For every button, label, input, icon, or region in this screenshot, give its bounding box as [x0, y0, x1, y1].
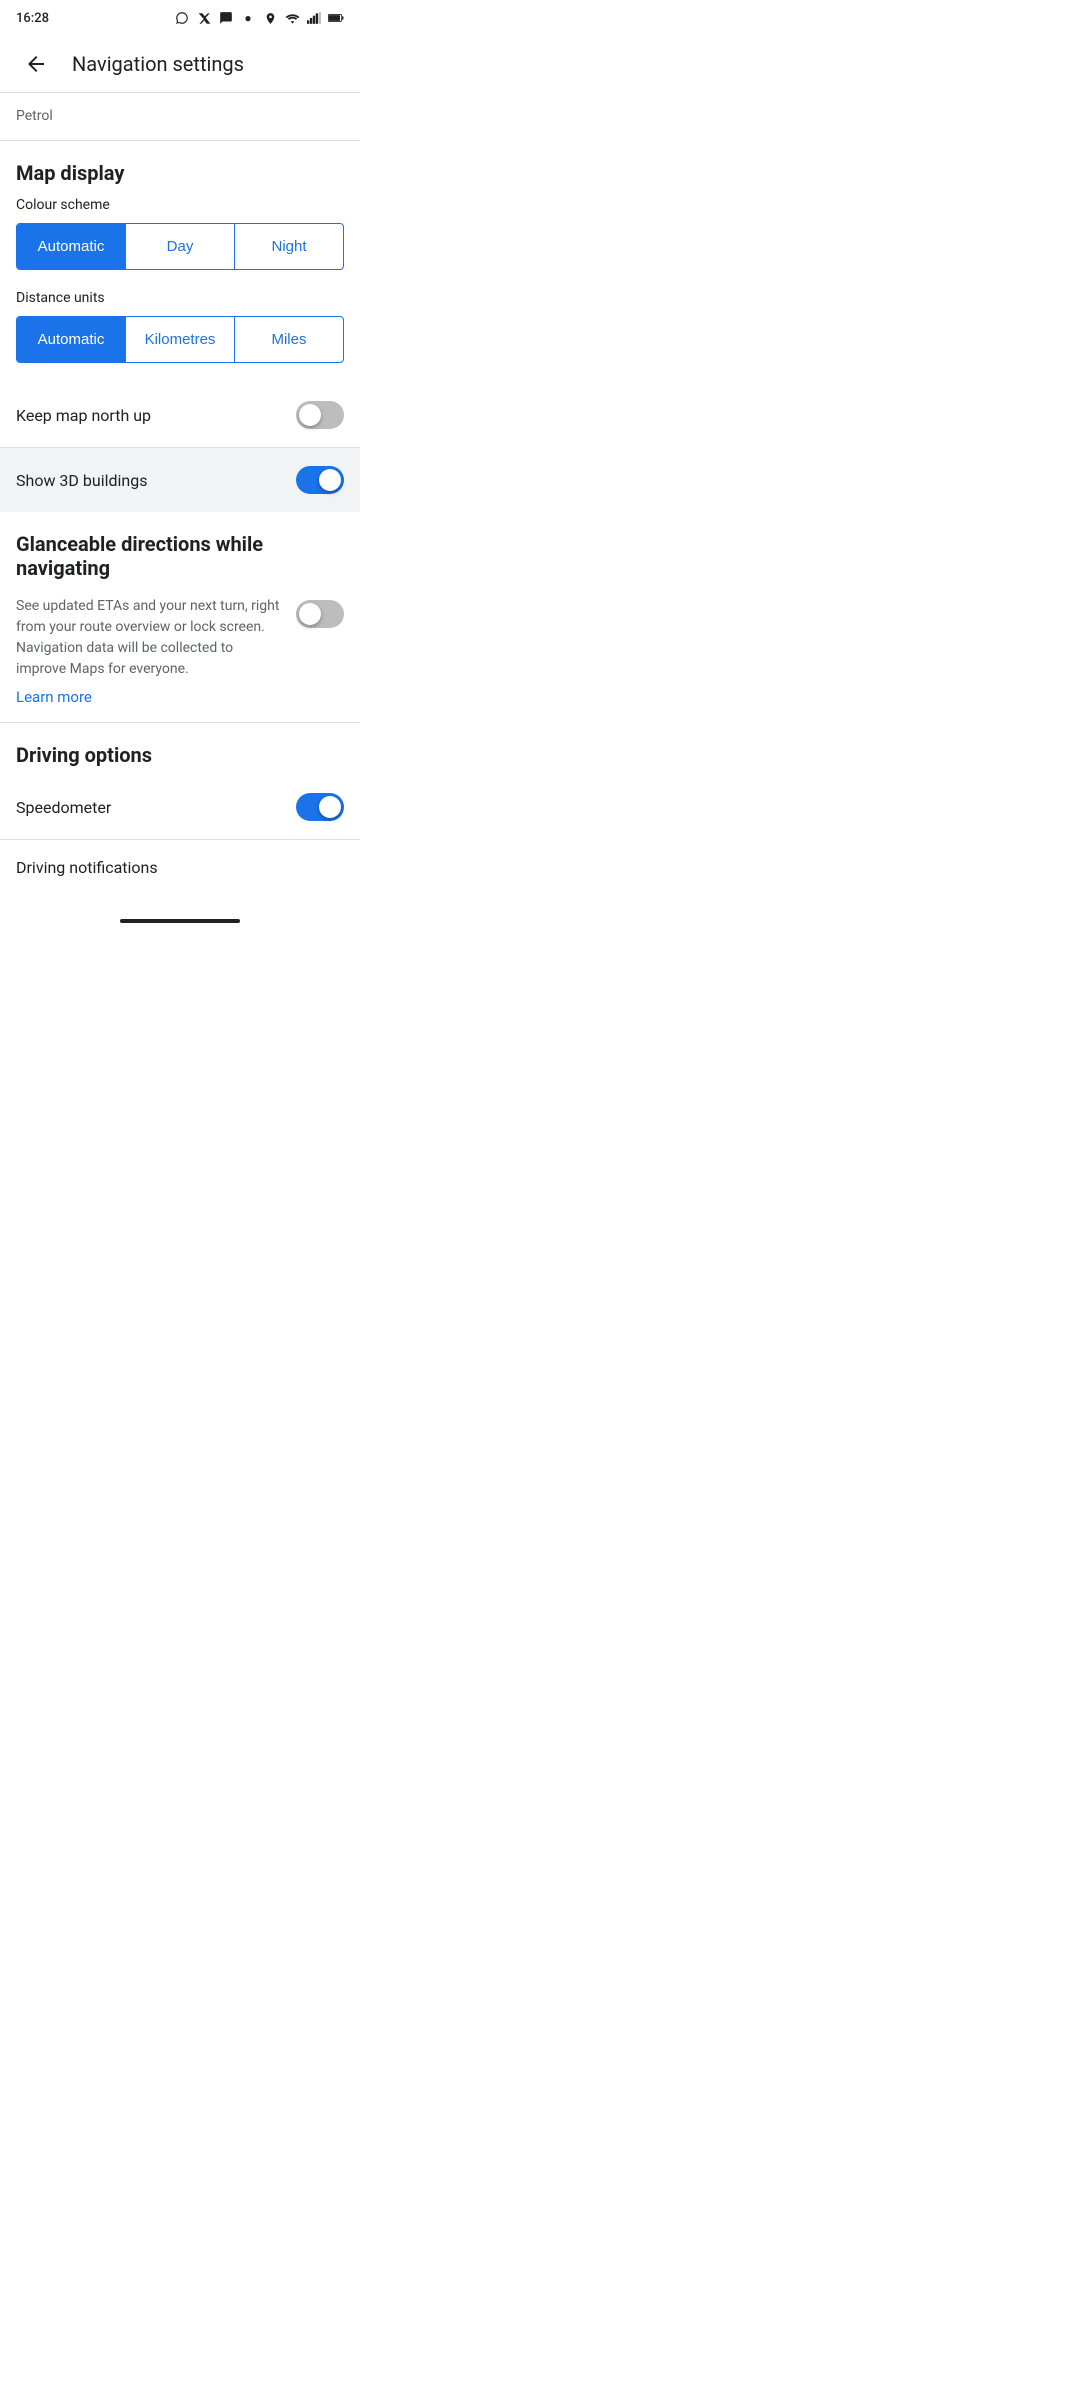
map-display-header: Map display [0, 141, 360, 197]
app-bar: Navigation settings [0, 36, 360, 92]
glanceable-content: See updated ETAs and your next turn, rig… [16, 596, 344, 680]
speedometer-row: Speedometer [0, 775, 360, 839]
status-icons: ● [174, 10, 344, 26]
page-title: Navigation settings [72, 52, 344, 76]
whatsapp-icon [174, 10, 190, 26]
status-bar: 16:28 ● [0, 0, 360, 36]
glanceable-title: Glanceable directions while navigating [16, 532, 344, 580]
show-3d-buildings-thumb [319, 469, 341, 491]
notification-dot-icon: ● [240, 10, 256, 26]
driving-options-title: Driving options [16, 743, 344, 767]
map-display-title: Map display [16, 161, 124, 185]
keep-map-north-thumb [299, 404, 321, 426]
driving-options-section: Driving options [0, 723, 360, 767]
keep-map-north-label: Keep map north up [16, 406, 151, 425]
colour-scheme-section: Colour scheme Automatic Day Night [0, 197, 360, 270]
distance-units-label: Distance units [16, 290, 344, 306]
speedometer-toggle[interactable] [296, 793, 344, 821]
glanceable-toggle[interactable] [296, 600, 344, 628]
battery-icon [328, 10, 344, 26]
distance-automatic-btn[interactable]: Automatic [17, 317, 126, 362]
distance-units-section: Distance units Automatic Kilometres Mile… [0, 290, 360, 363]
back-button[interactable] [16, 44, 56, 84]
petrol-label: Petrol [16, 108, 53, 124]
keep-map-north-row: Keep map north up [0, 383, 360, 447]
signal-icon [306, 10, 322, 26]
wifi-icon [284, 10, 300, 26]
glanceable-thumb [299, 603, 321, 625]
speedometer-thumb [319, 796, 341, 818]
location-icon [262, 10, 278, 26]
colour-scheme-label: Colour scheme [16, 197, 344, 213]
colour-scheme-day-btn[interactable]: Day [126, 224, 235, 269]
distance-miles-btn[interactable]: Miles [235, 317, 343, 362]
x-icon [196, 10, 212, 26]
colour-scheme-btn-group: Automatic Day Night [16, 223, 344, 270]
distance-kilometres-btn[interactable]: Kilometres [126, 317, 235, 362]
distance-units-btn-group: Automatic Kilometres Miles [16, 316, 344, 363]
glanceable-description: See updated ETAs and your next turn, rig… [16, 596, 284, 680]
glanceable-section: Glanceable directions while navigating S… [0, 512, 360, 722]
driving-notifications-label: Driving notifications [16, 858, 158, 877]
driving-notifications-row: Driving notifications [0, 840, 360, 895]
petrol-section: Petrol [0, 93, 360, 140]
show-3d-buildings-toggle[interactable] [296, 466, 344, 494]
status-time: 16:28 [16, 11, 49, 26]
colour-scheme-night-btn[interactable]: Night [235, 224, 343, 269]
bottom-nav-indicator [120, 919, 240, 923]
show-3d-buildings-row: Show 3D buildings [0, 448, 360, 512]
learn-more-link[interactable]: Learn more [16, 680, 92, 710]
keep-map-north-toggle[interactable] [296, 401, 344, 429]
colour-scheme-automatic-btn[interactable]: Automatic [17, 224, 126, 269]
show-3d-buildings-label: Show 3D buildings [16, 471, 147, 490]
speedometer-label: Speedometer [16, 798, 111, 817]
chat-icon [218, 10, 234, 26]
